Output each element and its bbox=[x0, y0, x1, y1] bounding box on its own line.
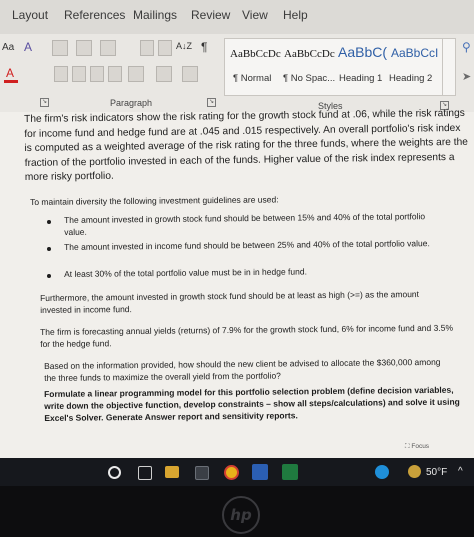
weather-temperature[interactable]: 50°F bbox=[426, 467, 447, 478]
forecast-paragraph: The firm is forecasting annual yields (r… bbox=[40, 322, 454, 349]
change-case-button[interactable]: Aa bbox=[2, 42, 14, 53]
chrome-icon[interactable] bbox=[224, 465, 239, 480]
paragraph-dialog-launcher[interactable]: ↘ bbox=[207, 98, 216, 107]
text-effects-icon[interactable]: A bbox=[24, 40, 32, 54]
increase-indent-button[interactable] bbox=[158, 40, 172, 56]
bullet-dot bbox=[47, 247, 51, 251]
bullet-dot bbox=[47, 220, 51, 224]
line-spacing-button[interactable] bbox=[128, 66, 144, 82]
cortana-search-icon[interactable] bbox=[108, 466, 121, 479]
font-color-button[interactable]: A bbox=[6, 66, 14, 80]
focus-label: Focus bbox=[411, 443, 430, 450]
justify-button[interactable] bbox=[108, 66, 122, 82]
multilevel-list-button[interactable] bbox=[100, 40, 116, 56]
styles-scrollbar[interactable] bbox=[442, 39, 455, 95]
store-icon[interactable] bbox=[195, 466, 209, 480]
styles-gallery: AaBbCcDc ¶ Normal AaBbCcDc ¶ No Spac... … bbox=[224, 38, 456, 96]
style-normal-sample: AaBbCcDc bbox=[230, 48, 281, 60]
task-view-icon[interactable] bbox=[138, 466, 152, 480]
document-page: The firm's risk indicators show the risk… bbox=[0, 108, 474, 458]
tab-review[interactable]: Review bbox=[191, 8, 230, 22]
tab-help[interactable]: Help bbox=[283, 8, 308, 22]
bullet-income-fund: The amount invested in income fund shoul… bbox=[64, 238, 430, 252]
ribbon-home: Aa A A A↓Z ¶ Paragraph ↘ ↘ AaBbCcDc ¶ No… bbox=[0, 34, 474, 113]
decrease-indent-button[interactable] bbox=[140, 40, 154, 56]
font-color-bar bbox=[4, 80, 18, 83]
bullets-button[interactable] bbox=[52, 40, 68, 56]
file-explorer-icon[interactable] bbox=[165, 466, 179, 478]
paragraph-group-label: Paragraph bbox=[110, 98, 153, 108]
style-heading-2-sample: AaBbCcI bbox=[391, 46, 439, 60]
show-hidden-icons-chevron[interactable]: ^ bbox=[458, 466, 463, 477]
excel-icon[interactable] bbox=[282, 464, 298, 480]
windows-taskbar: 50°F ^ bbox=[0, 458, 474, 486]
edge-icon[interactable] bbox=[375, 465, 389, 479]
align-center-button[interactable] bbox=[72, 66, 86, 82]
style-normal-label: ¶ Normal bbox=[233, 73, 272, 84]
bullet-dot bbox=[47, 274, 51, 278]
hp-logo: hp bbox=[222, 496, 260, 534]
style-heading-2-label: Heading 2 bbox=[389, 73, 433, 84]
style-heading-1-label: Heading 1 bbox=[339, 73, 383, 84]
tab-layout[interactable]: Layout bbox=[12, 8, 48, 22]
align-right-button[interactable] bbox=[90, 66, 104, 82]
select-icon[interactable]: ➤ bbox=[462, 70, 471, 83]
editing-icon[interactable]: ⚲ bbox=[462, 40, 471, 54]
weather-icon[interactable] bbox=[408, 465, 421, 478]
focus-mode-button[interactable]: ⛶ Focus bbox=[405, 443, 429, 451]
tab-references[interactable]: References bbox=[64, 8, 125, 22]
furthermore-paragraph: Furthermore, the amount invested in grow… bbox=[40, 289, 420, 315]
shading-button[interactable] bbox=[156, 66, 172, 82]
show-formatting-button[interactable]: ¶ bbox=[201, 40, 207, 54]
bullet-hedge-fund: At least 30% of the total portfolio valu… bbox=[64, 266, 307, 279]
task-paragraph: Formulate a linear programming model for… bbox=[44, 384, 460, 423]
sort-button[interactable]: A↓Z bbox=[176, 41, 192, 51]
tab-view[interactable]: View bbox=[242, 8, 268, 22]
bullet-growth-fund: The amount invested in growth stock fund… bbox=[64, 211, 426, 237]
numbering-button[interactable] bbox=[76, 40, 92, 56]
align-left-button[interactable] bbox=[54, 66, 68, 82]
word-icon[interactable] bbox=[252, 464, 268, 480]
ribbon-tab-bar: Layout References Mailings Review View H… bbox=[0, 0, 474, 35]
word-window: Layout References Mailings Review View H… bbox=[0, 0, 474, 458]
tab-mailings[interactable]: Mailings bbox=[133, 8, 177, 22]
borders-button[interactable] bbox=[182, 66, 198, 82]
style-no-spacing-sample: AaBbCcDc bbox=[284, 48, 335, 60]
style-heading-1-sample: AaBbC( bbox=[338, 44, 388, 60]
question-paragraph: Based on the information provided, how s… bbox=[44, 356, 441, 383]
risk-paragraph: The firm's risk indicators show the risk… bbox=[24, 107, 468, 184]
font-dialog-launcher[interactable]: ↘ bbox=[40, 98, 49, 107]
guidelines-intro: To maintain diversity the following inve… bbox=[30, 194, 279, 207]
style-no-spacing-label: ¶ No Spac... bbox=[283, 73, 336, 84]
